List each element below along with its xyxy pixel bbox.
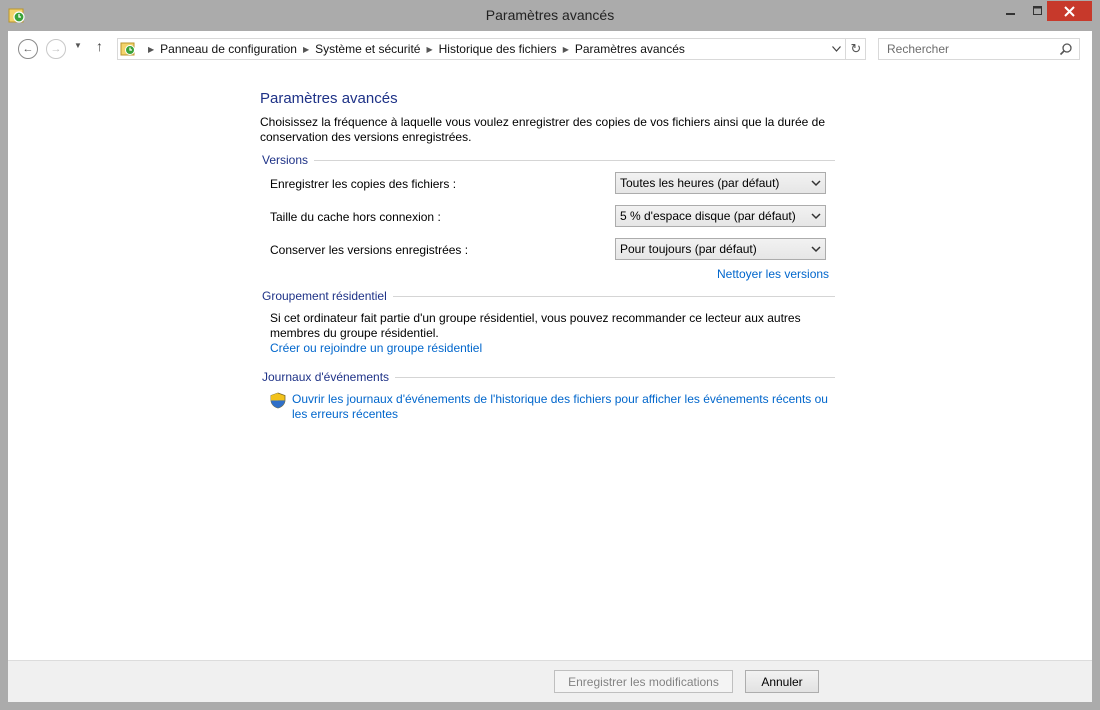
close-icon bbox=[1064, 5, 1075, 17]
event-logs-heading: Journaux d'événements bbox=[262, 370, 396, 384]
chevron-down-icon bbox=[811, 180, 821, 187]
versions-heading: Versions bbox=[262, 153, 315, 167]
breadcrumb-item-control-panel[interactable]: Panneau de configuration bbox=[160, 42, 297, 56]
arrow-up-icon: ↑ bbox=[96, 38, 103, 54]
control-panel-icon bbox=[120, 42, 135, 56]
open-event-logs-link-line2[interactable]: les erreurs récentes bbox=[292, 407, 828, 422]
intro-text: Choisissez la fréquence à laquelle vous … bbox=[260, 115, 825, 144]
forward-button[interactable]: → bbox=[46, 39, 66, 59]
keep-versions-label: Conserver les versions enregistrées : bbox=[270, 243, 469, 257]
chevron-down-icon bbox=[831, 46, 841, 52]
uac-shield-icon bbox=[270, 392, 286, 409]
save-changes-button[interactable]: Enregistrer les modifications bbox=[554, 670, 733, 693]
versions-section-header: Versions bbox=[262, 153, 835, 167]
breadcrumb-item-system-security[interactable]: Système et sécurité bbox=[315, 42, 420, 56]
window-title: Paramètres avancés bbox=[485, 7, 615, 23]
save-copies-label: Enregistrer les copies des fichiers : bbox=[270, 177, 457, 191]
arrow-left-icon: ← bbox=[22, 43, 34, 55]
refresh-button[interactable]: ↻ bbox=[845, 39, 866, 59]
refresh-icon: ↻ bbox=[850, 41, 862, 56]
minimize-button[interactable] bbox=[997, 1, 1024, 21]
arrow-right-icon: → bbox=[50, 43, 62, 55]
navigation-bar: ← → ▼ ↑ ▶ Panneau de configuration ▶ Systèm… bbox=[8, 31, 1092, 71]
recent-locations-button[interactable]: ▼ bbox=[74, 41, 82, 50]
homegroup-text: Si cet ordinateur fait partie d'un group… bbox=[270, 311, 801, 340]
search-input[interactable]: Rechercher bbox=[878, 38, 1080, 60]
client-area: ← → ▼ ↑ ▶ Panneau de configuration ▶ Systèm… bbox=[8, 31, 1092, 702]
breadcrumb-separator-icon[interactable]: ▶ bbox=[426, 45, 432, 54]
breadcrumb-separator-icon: ▶ bbox=[148, 45, 155, 54]
open-event-logs-link-line1[interactable]: Ouvrir les journaux d'événements de l'hi… bbox=[292, 392, 828, 407]
keep-versions-value: Pour toujours (par défaut) bbox=[620, 242, 757, 256]
breadcrumb-item-advanced-settings[interactable]: Paramètres avancés bbox=[575, 42, 685, 56]
address-bar[interactable]: ▶ Panneau de configuration ▶ Système et séc… bbox=[117, 38, 866, 60]
keep-versions-dropdown[interactable]: Pour toujours (par défaut) bbox=[615, 238, 826, 260]
title-bar[interactable]: Paramètres avancés bbox=[0, 0, 1100, 31]
search-icon[interactable] bbox=[1059, 42, 1073, 56]
clean-up-versions-link[interactable]: Nettoyer les versions bbox=[717, 267, 829, 281]
maximize-icon bbox=[1032, 6, 1042, 15]
chevron-down-icon bbox=[811, 246, 821, 253]
breadcrumb-item-file-history[interactable]: Historique des fichiers bbox=[439, 42, 557, 56]
section-divider bbox=[262, 160, 835, 161]
minimize-icon bbox=[1005, 13, 1015, 15]
offline-cache-label: Taille du cache hors connexion : bbox=[270, 210, 441, 224]
offline-cache-value: 5 % d'espace disque (par défaut) bbox=[620, 209, 796, 223]
close-button[interactable] bbox=[1047, 1, 1092, 21]
window: Paramètres avancés ← → ▼ ↑ ▶ Panneau de … bbox=[0, 0, 1100, 710]
chevron-down-icon: ▼ bbox=[74, 41, 82, 50]
save-copies-value: Toutes les heures (par défaut) bbox=[620, 176, 780, 190]
page-title: Paramètres avancés bbox=[260, 90, 398, 107]
save-copies-dropdown[interactable]: Toutes les heures (par défaut) bbox=[615, 172, 826, 194]
back-button[interactable]: ← bbox=[18, 39, 38, 59]
offline-cache-dropdown[interactable]: 5 % d'espace disque (par défaut) bbox=[615, 205, 826, 227]
chevron-down-icon bbox=[811, 213, 821, 220]
open-event-logs-link[interactable]: Ouvrir les journaux d'événements de l'hi… bbox=[292, 392, 828, 422]
breadcrumb: ▶ Panneau de configuration ▶ Système et séc… bbox=[142, 42, 685, 56]
button-bar: Enregistrer les modifications Annuler bbox=[8, 660, 1092, 702]
event-logs-section-header: Journaux d'événements bbox=[262, 370, 835, 384]
address-history-button[interactable] bbox=[827, 39, 845, 59]
join-homegroup-link[interactable]: Créer ou rejoindre un groupe résidentiel bbox=[270, 341, 482, 355]
up-button[interactable]: ↑ bbox=[96, 38, 103, 54]
homegroup-section-header: Groupement résidentiel bbox=[262, 289, 835, 303]
cancel-button[interactable]: Annuler bbox=[745, 670, 819, 693]
breadcrumb-separator-icon[interactable]: ▶ bbox=[303, 45, 309, 54]
homegroup-heading: Groupement résidentiel bbox=[262, 289, 393, 303]
breadcrumb-separator-icon[interactable]: ▶ bbox=[563, 45, 569, 54]
search-placeholder: Rechercher bbox=[887, 42, 950, 56]
